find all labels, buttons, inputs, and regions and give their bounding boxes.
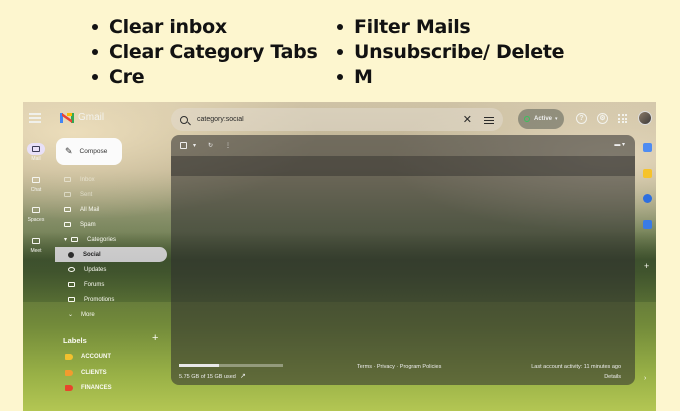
rail-item-spaces[interactable]: Spaces (23, 204, 49, 223)
search-bar[interactable]: ✕ (171, 108, 503, 131)
label-tag-icon (65, 370, 73, 376)
bullet-item: Clear inbox (92, 14, 317, 39)
label-finances[interactable]: FINANCES (65, 385, 112, 391)
mail-footer: 5.75 GB of 15 GB used ↗ Terms · Privacy … (173, 360, 633, 385)
add-label-icon[interactable]: + (152, 332, 158, 344)
open-storage-icon[interactable]: ↗ (240, 372, 246, 380)
side-panel: + › (639, 135, 656, 411)
bullet-item: M (337, 64, 564, 89)
refresh-icon[interactable]: ↻ (208, 142, 213, 149)
status-dot-icon (524, 116, 530, 122)
all-mail-icon (64, 207, 71, 212)
nav-item-categories[interactable]: ▾ Categories (55, 232, 167, 247)
social-people-icon (68, 251, 74, 258)
chat-icon (27, 174, 45, 186)
bullet-item: Cre (92, 64, 317, 89)
label-clients[interactable]: CLIENTS (65, 370, 107, 376)
label-tag-icon (65, 385, 73, 391)
meet-icon (27, 235, 45, 247)
main-menu-icon[interactable] (29, 113, 41, 125)
mail-navigation: Inbox Sent All Mail Spam ▾ Categories Soc… (55, 172, 167, 322)
rail-item-meet[interactable]: Meet (23, 235, 49, 254)
nav-item-inbox[interactable]: Inbox (55, 172, 167, 187)
nav-item-updates[interactable]: Updates (55, 262, 167, 277)
bullet-dot (92, 48, 98, 55)
chevron-down-icon[interactable]: ▾ (193, 142, 196, 149)
tasks-icon[interactable] (643, 194, 652, 203)
last-activity: Last account activity: 11 minutes ago (531, 364, 621, 370)
chevron-down-icon: ⌄ (68, 312, 74, 318)
mail-list-panel: ▾ ↻ ⋮ ▬ ▾ (171, 135, 635, 385)
contacts-icon[interactable] (643, 220, 652, 229)
search-icon[interactable] (180, 115, 188, 124)
nav-item-all-mail[interactable]: All Mail (55, 202, 167, 217)
mail-icon (27, 143, 45, 155)
nav-item-spam[interactable]: Spam (55, 217, 167, 232)
help-icon[interactable]: ? (576, 113, 587, 124)
bullet-column-left: Clear inbox Clear Category Tabs Cre (92, 14, 318, 89)
chevron-right-icon[interactable]: › (644, 375, 646, 382)
keep-icon[interactable] (643, 169, 652, 178)
add-addon-icon[interactable]: + (644, 261, 649, 271)
mail-toolbar: ▾ ↻ ⋮ ▬ ▾ (171, 135, 635, 156)
tag-icon (68, 297, 75, 302)
bullet-dot (337, 73, 343, 80)
nav-item-social[interactable]: Social (55, 247, 167, 262)
inbox-icon (64, 177, 71, 182)
storage-bar-fill (179, 364, 219, 367)
more-options-icon[interactable]: ⋮ (225, 142, 231, 149)
search-options-icon[interactable] (484, 116, 494, 124)
compose-button[interactable]: ✎ Compose (56, 138, 122, 165)
label-icon (71, 237, 78, 242)
send-icon (64, 192, 71, 197)
clear-search-icon[interactable]: ✕ (463, 113, 472, 126)
info-icon (68, 267, 75, 272)
chevron-down-icon: ▾ (64, 237, 68, 243)
spam-icon (64, 222, 71, 227)
chevron-down-icon: ▾ (555, 116, 558, 122)
bullet-item: Clear Category Tabs (92, 39, 318, 64)
avatar[interactable] (638, 111, 652, 125)
settings-gear-icon[interactable]: ⚙ (597, 113, 608, 124)
pencil-icon: ✎ (65, 146, 73, 156)
label-account[interactable]: ACCOUNT (65, 354, 111, 360)
nav-item-more[interactable]: ⌄ More (55, 307, 167, 322)
app-rail: Mail Chat Spaces Meet (23, 102, 49, 411)
bullet-item: Filter Mails (337, 14, 564, 39)
storage-text: 5.75 GB of 15 GB used (179, 374, 236, 380)
bullet-dot (92, 23, 98, 30)
labels-heading: Labels (63, 336, 87, 345)
apps-grid-icon[interactable] (618, 114, 627, 123)
empty-list-row (171, 156, 635, 176)
bullet-dot (92, 73, 98, 80)
rail-item-mail[interactable]: Mail (23, 143, 49, 162)
gmail-m-icon (60, 112, 74, 123)
rail-item-chat[interactable]: Chat (23, 174, 49, 193)
select-all-checkbox[interactable] (180, 142, 187, 149)
bullet-column-right: Filter Mails Unsubscribe/ Delete M (337, 14, 565, 89)
calendar-icon[interactable] (643, 143, 652, 152)
gmail-logo[interactable]: Gmail (60, 112, 104, 123)
density-toggle-icon[interactable]: ▬ ▾ (614, 141, 625, 148)
bullet-dot (337, 48, 343, 55)
forum-icon (68, 282, 75, 287)
feature-bullets: Clear inbox Clear Category Tabs Cre Filt… (0, 14, 680, 94)
status-selector[interactable]: Active ▾ (518, 109, 564, 129)
bullet-dot (337, 23, 343, 30)
nav-item-sent[interactable]: Sent (55, 187, 167, 202)
search-input[interactable] (197, 116, 463, 123)
bullet-item: Unsubscribe/ Delete (337, 39, 565, 64)
storage-bar (179, 364, 283, 367)
nav-item-promotions[interactable]: Promotions (55, 292, 167, 307)
nav-item-forums[interactable]: Forums (55, 277, 167, 292)
footer-links[interactable]: Terms · Privacy · Program Policies (357, 364, 441, 370)
gmail-screenshot: Mail Chat Spaces Meet Gmail ✕ Active ▾ ?… (23, 102, 656, 411)
spaces-icon (27, 204, 45, 216)
details-link[interactable]: Details (604, 374, 621, 380)
label-tag-icon (65, 354, 73, 360)
